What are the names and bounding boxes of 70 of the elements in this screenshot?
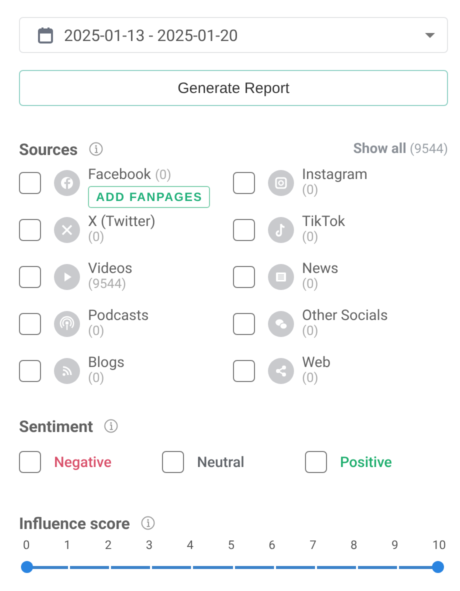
podcast-icon bbox=[54, 311, 80, 337]
checkbox[interactable] bbox=[305, 451, 327, 473]
source-count: (0) bbox=[302, 324, 320, 339]
info-icon[interactable] bbox=[88, 142, 103, 156]
source-name: TikTok bbox=[302, 213, 346, 230]
info-icon[interactable] bbox=[140, 516, 155, 530]
section-title: Sources bbox=[19, 140, 78, 158]
source-count: (9544) bbox=[88, 277, 128, 292]
caret-icon bbox=[425, 32, 435, 38]
source-count: (0) bbox=[302, 371, 320, 386]
tick-label: 5 bbox=[228, 538, 234, 552]
chat-bubbles-icon bbox=[268, 311, 294, 337]
source-count: (0) bbox=[88, 324, 106, 339]
checkbox[interactable] bbox=[19, 172, 41, 194]
tick-label: 2 bbox=[104, 538, 112, 552]
range-slider[interactable] bbox=[21, 561, 444, 573]
source-name: Instagram bbox=[302, 166, 368, 183]
slider-thumb[interactable] bbox=[432, 560, 444, 572]
tick-label: 1 bbox=[64, 538, 71, 552]
tick-label: 6 bbox=[268, 538, 276, 552]
play-icon bbox=[54, 264, 80, 290]
source-name: Videos bbox=[88, 260, 132, 277]
tick-label: 10 bbox=[432, 538, 446, 552]
source-name: Facebook bbox=[88, 166, 151, 183]
sentiment-label: Positive bbox=[340, 454, 392, 470]
sentiment-label: Negative bbox=[54, 454, 112, 470]
info-icon[interactable] bbox=[104, 419, 118, 433]
checkbox[interactable] bbox=[233, 313, 255, 335]
checkbox[interactable] bbox=[19, 266, 41, 288]
music-note-icon bbox=[268, 217, 294, 243]
source-count: (0) bbox=[302, 277, 320, 292]
rss-icon bbox=[54, 358, 80, 384]
date-range-field[interactable]: 2025-01-13 - 2025-01-20 bbox=[19, 17, 448, 53]
source-count: (0) bbox=[302, 183, 320, 198]
source-name: Web bbox=[302, 354, 330, 371]
source-name: Blogs bbox=[88, 354, 124, 371]
checkbox[interactable] bbox=[19, 451, 41, 473]
source-name: X (Twitter) bbox=[88, 213, 156, 230]
calendar-icon bbox=[38, 26, 53, 44]
checkbox[interactable] bbox=[233, 360, 255, 382]
source-name: Podcasts bbox=[88, 307, 149, 324]
camera-icon bbox=[268, 170, 294, 196]
checkbox[interactable] bbox=[19, 313, 41, 335]
newspaper-icon bbox=[268, 264, 294, 290]
checkbox[interactable] bbox=[233, 219, 255, 241]
source-name: Other Socials bbox=[302, 307, 388, 324]
source-count: (0) bbox=[154, 168, 172, 183]
slider-thumb[interactable] bbox=[21, 560, 33, 572]
checkbox[interactable] bbox=[233, 172, 255, 194]
tick-label: 0 bbox=[23, 538, 30, 552]
x-icon bbox=[54, 217, 80, 243]
checkbox[interactable] bbox=[19, 219, 41, 241]
tick-label: 7 bbox=[310, 538, 316, 552]
tick-label: 8 bbox=[350, 538, 358, 552]
facebook-icon bbox=[54, 170, 80, 196]
source-count: (0) bbox=[302, 230, 320, 245]
checkbox[interactable] bbox=[162, 451, 184, 473]
share-icon bbox=[268, 358, 294, 384]
generate-report-button[interactable]: Generate Report bbox=[19, 70, 448, 106]
tick-label: 4 bbox=[186, 538, 194, 552]
checkbox[interactable] bbox=[233, 266, 255, 288]
section-title: Influence score bbox=[19, 514, 130, 532]
source-count: (0) bbox=[88, 230, 106, 245]
sentiment-label: Neutral bbox=[197, 454, 244, 470]
source-count: (0) bbox=[88, 371, 106, 386]
tick-label: 3 bbox=[146, 538, 153, 552]
tick-label: 9 bbox=[391, 538, 398, 552]
checkbox[interactable] bbox=[19, 360, 41, 382]
section-title: Sentiment bbox=[19, 416, 93, 436]
source-name: News bbox=[302, 260, 338, 277]
